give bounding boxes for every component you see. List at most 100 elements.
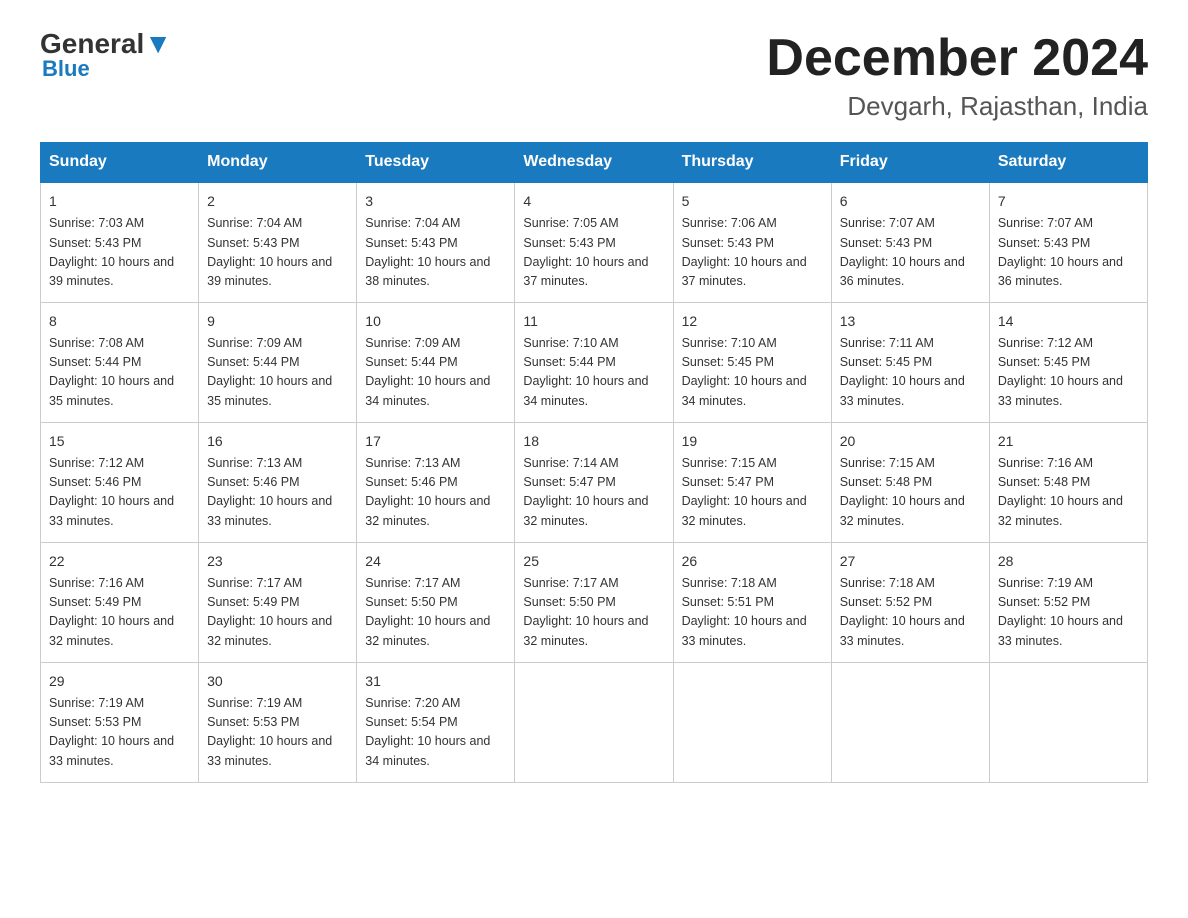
calendar-cell: 12Sunrise: 7:10 AMSunset: 5:45 PMDayligh… (673, 302, 831, 422)
main-title: December 2024 (766, 30, 1148, 87)
day-number: 28 (998, 551, 1139, 572)
day-number: 23 (207, 551, 348, 572)
day-number: 7 (998, 191, 1139, 212)
day-info: Sunrise: 7:19 AMSunset: 5:53 PMDaylight:… (207, 694, 348, 772)
day-number: 19 (682, 431, 823, 452)
calendar-cell: 10Sunrise: 7:09 AMSunset: 5:44 PMDayligh… (357, 302, 515, 422)
day-number: 18 (523, 431, 664, 452)
day-info: Sunrise: 7:03 AMSunset: 5:43 PMDaylight:… (49, 214, 190, 292)
day-number: 9 (207, 311, 348, 332)
day-number: 8 (49, 311, 190, 332)
title-block: December 2024 Devgarh, Rajasthan, India (766, 30, 1148, 122)
day-number: 10 (365, 311, 506, 332)
page-header: General▼ Blue December 2024 Devgarh, Raj… (40, 30, 1148, 122)
day-info: Sunrise: 7:16 AMSunset: 5:48 PMDaylight:… (998, 454, 1139, 532)
calendar-cell: 13Sunrise: 7:11 AMSunset: 5:45 PMDayligh… (831, 302, 989, 422)
col-header-wednesday: Wednesday (515, 143, 673, 183)
calendar-cell: 4Sunrise: 7:05 AMSunset: 5:43 PMDaylight… (515, 182, 673, 302)
day-info: Sunrise: 7:16 AMSunset: 5:49 PMDaylight:… (49, 574, 190, 652)
week-row-3: 15Sunrise: 7:12 AMSunset: 5:46 PMDayligh… (41, 422, 1148, 542)
week-row-2: 8Sunrise: 7:08 AMSunset: 5:44 PMDaylight… (41, 302, 1148, 422)
week-row-1: 1Sunrise: 7:03 AMSunset: 5:43 PMDaylight… (41, 182, 1148, 302)
day-number: 2 (207, 191, 348, 212)
logo-triangle-icon: ▼ (144, 28, 172, 59)
day-info: Sunrise: 7:04 AMSunset: 5:43 PMDaylight:… (365, 214, 506, 292)
col-header-thursday: Thursday (673, 143, 831, 183)
calendar-table: SundayMondayTuesdayWednesdayThursdayFrid… (40, 142, 1148, 783)
col-header-saturday: Saturday (989, 143, 1147, 183)
week-row-5: 29Sunrise: 7:19 AMSunset: 5:53 PMDayligh… (41, 662, 1148, 782)
day-info: Sunrise: 7:12 AMSunset: 5:45 PMDaylight:… (998, 334, 1139, 412)
day-number: 13 (840, 311, 981, 332)
day-info: Sunrise: 7:04 AMSunset: 5:43 PMDaylight:… (207, 214, 348, 292)
calendar-cell: 28Sunrise: 7:19 AMSunset: 5:52 PMDayligh… (989, 542, 1147, 662)
calendar-cell: 19Sunrise: 7:15 AMSunset: 5:47 PMDayligh… (673, 422, 831, 542)
col-header-tuesday: Tuesday (357, 143, 515, 183)
day-number: 26 (682, 551, 823, 572)
day-info: Sunrise: 7:07 AMSunset: 5:43 PMDaylight:… (998, 214, 1139, 292)
day-number: 20 (840, 431, 981, 452)
day-number: 6 (840, 191, 981, 212)
calendar-cell: 9Sunrise: 7:09 AMSunset: 5:44 PMDaylight… (199, 302, 357, 422)
calendar-cell: 15Sunrise: 7:12 AMSunset: 5:46 PMDayligh… (41, 422, 199, 542)
day-info: Sunrise: 7:19 AMSunset: 5:52 PMDaylight:… (998, 574, 1139, 652)
calendar-cell: 14Sunrise: 7:12 AMSunset: 5:45 PMDayligh… (989, 302, 1147, 422)
day-info: Sunrise: 7:15 AMSunset: 5:48 PMDaylight:… (840, 454, 981, 532)
logo: General▼ Blue (40, 30, 172, 82)
calendar-cell: 29Sunrise: 7:19 AMSunset: 5:53 PMDayligh… (41, 662, 199, 782)
calendar-cell: 31Sunrise: 7:20 AMSunset: 5:54 PMDayligh… (357, 662, 515, 782)
day-info: Sunrise: 7:15 AMSunset: 5:47 PMDaylight:… (682, 454, 823, 532)
calendar-cell: 30Sunrise: 7:19 AMSunset: 5:53 PMDayligh… (199, 662, 357, 782)
logo-general: General▼ (40, 30, 172, 58)
day-number: 15 (49, 431, 190, 452)
day-number: 16 (207, 431, 348, 452)
day-number: 31 (365, 671, 506, 692)
day-info: Sunrise: 7:07 AMSunset: 5:43 PMDaylight:… (840, 214, 981, 292)
day-number: 24 (365, 551, 506, 572)
day-number: 5 (682, 191, 823, 212)
day-info: Sunrise: 7:13 AMSunset: 5:46 PMDaylight:… (365, 454, 506, 532)
calendar-cell: 27Sunrise: 7:18 AMSunset: 5:52 PMDayligh… (831, 542, 989, 662)
day-number: 3 (365, 191, 506, 212)
col-header-monday: Monday (199, 143, 357, 183)
calendar-cell: 8Sunrise: 7:08 AMSunset: 5:44 PMDaylight… (41, 302, 199, 422)
day-info: Sunrise: 7:14 AMSunset: 5:47 PMDaylight:… (523, 454, 664, 532)
logo-blue: Blue (42, 56, 90, 82)
day-number: 17 (365, 431, 506, 452)
calendar-cell: 26Sunrise: 7:18 AMSunset: 5:51 PMDayligh… (673, 542, 831, 662)
calendar-cell (831, 662, 989, 782)
week-row-4: 22Sunrise: 7:16 AMSunset: 5:49 PMDayligh… (41, 542, 1148, 662)
calendar-cell: 23Sunrise: 7:17 AMSunset: 5:49 PMDayligh… (199, 542, 357, 662)
day-info: Sunrise: 7:17 AMSunset: 5:50 PMDaylight:… (523, 574, 664, 652)
calendar-cell: 3Sunrise: 7:04 AMSunset: 5:43 PMDaylight… (357, 182, 515, 302)
day-number: 22 (49, 551, 190, 572)
day-info: Sunrise: 7:13 AMSunset: 5:46 PMDaylight:… (207, 454, 348, 532)
calendar-cell: 5Sunrise: 7:06 AMSunset: 5:43 PMDaylight… (673, 182, 831, 302)
day-info: Sunrise: 7:08 AMSunset: 5:44 PMDaylight:… (49, 334, 190, 412)
day-info: Sunrise: 7:09 AMSunset: 5:44 PMDaylight:… (207, 334, 348, 412)
day-info: Sunrise: 7:10 AMSunset: 5:45 PMDaylight:… (682, 334, 823, 412)
col-header-sunday: Sunday (41, 143, 199, 183)
calendar-cell: 16Sunrise: 7:13 AMSunset: 5:46 PMDayligh… (199, 422, 357, 542)
day-number: 29 (49, 671, 190, 692)
calendar-cell: 17Sunrise: 7:13 AMSunset: 5:46 PMDayligh… (357, 422, 515, 542)
day-number: 4 (523, 191, 664, 212)
day-info: Sunrise: 7:17 AMSunset: 5:50 PMDaylight:… (365, 574, 506, 652)
calendar-cell: 25Sunrise: 7:17 AMSunset: 5:50 PMDayligh… (515, 542, 673, 662)
day-info: Sunrise: 7:19 AMSunset: 5:53 PMDaylight:… (49, 694, 190, 772)
day-number: 1 (49, 191, 190, 212)
day-info: Sunrise: 7:06 AMSunset: 5:43 PMDaylight:… (682, 214, 823, 292)
day-number: 27 (840, 551, 981, 572)
calendar-cell: 1Sunrise: 7:03 AMSunset: 5:43 PMDaylight… (41, 182, 199, 302)
calendar-cell: 22Sunrise: 7:16 AMSunset: 5:49 PMDayligh… (41, 542, 199, 662)
subtitle: Devgarh, Rajasthan, India (766, 91, 1148, 122)
calendar-cell (989, 662, 1147, 782)
calendar-cell: 20Sunrise: 7:15 AMSunset: 5:48 PMDayligh… (831, 422, 989, 542)
calendar-cell: 24Sunrise: 7:17 AMSunset: 5:50 PMDayligh… (357, 542, 515, 662)
calendar-cell (673, 662, 831, 782)
day-info: Sunrise: 7:20 AMSunset: 5:54 PMDaylight:… (365, 694, 506, 772)
day-info: Sunrise: 7:18 AMSunset: 5:51 PMDaylight:… (682, 574, 823, 652)
calendar-cell: 21Sunrise: 7:16 AMSunset: 5:48 PMDayligh… (989, 422, 1147, 542)
day-info: Sunrise: 7:05 AMSunset: 5:43 PMDaylight:… (523, 214, 664, 292)
day-info: Sunrise: 7:09 AMSunset: 5:44 PMDaylight:… (365, 334, 506, 412)
